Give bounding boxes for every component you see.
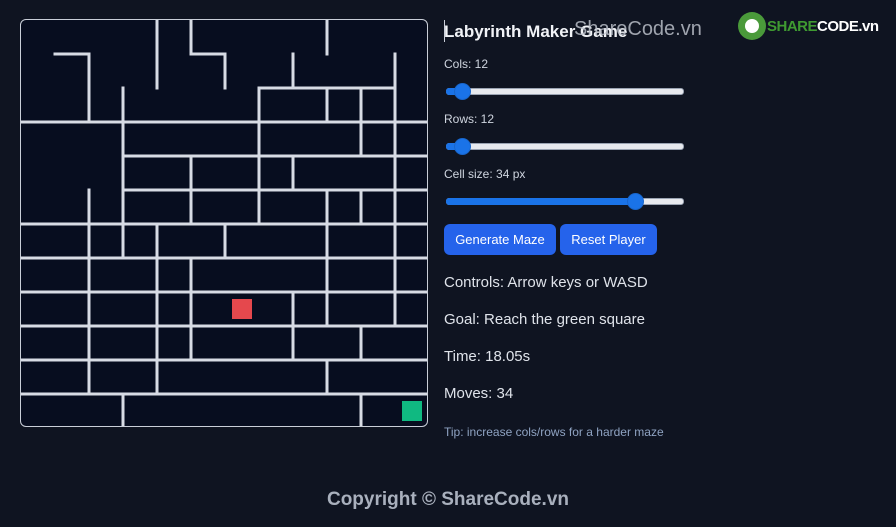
rows-slider[interactable] bbox=[446, 137, 684, 155]
controls-info: Controls: Arrow keys or WASD bbox=[444, 274, 648, 291]
cell-size-slider[interactable] bbox=[446, 192, 684, 210]
time-display: Time: 18.05s bbox=[444, 348, 531, 365]
logo-text: SHARECODE.vn bbox=[767, 18, 879, 35]
goal-square bbox=[402, 401, 422, 421]
cols-slider-track bbox=[446, 88, 684, 95]
reset-player-button[interactable]: Reset Player bbox=[560, 224, 657, 255]
footer-copyright: Copyright © ShareCode.vn bbox=[326, 489, 570, 510]
cols-label: Cols: 12 bbox=[444, 57, 489, 71]
cell-size-label: Cell size: 34 px bbox=[444, 167, 526, 181]
generate-maze-button[interactable]: Generate Maze bbox=[444, 224, 556, 255]
rows-label: Rows: 12 bbox=[444, 112, 495, 126]
cols-slider-thumb[interactable] bbox=[454, 83, 471, 100]
cell-size-slider-thumb[interactable] bbox=[627, 193, 644, 210]
goal-info: Goal: Reach the green square bbox=[444, 311, 645, 328]
player-square bbox=[232, 299, 252, 319]
tip-text: Tip: increase cols/rows for a harder maz… bbox=[444, 425, 664, 439]
rows-slider-track bbox=[446, 143, 684, 150]
logo-icon bbox=[738, 12, 766, 40]
cols-slider[interactable] bbox=[446, 82, 684, 100]
maze-board[interactable] bbox=[20, 19, 428, 427]
watermark-text: ShareCode.vn bbox=[574, 18, 702, 40]
rows-slider-thumb[interactable] bbox=[454, 138, 471, 155]
maze-canvas[interactable] bbox=[21, 20, 428, 427]
moves-display: Moves: 34 bbox=[444, 385, 514, 402]
cell-size-slider-fill bbox=[446, 198, 638, 205]
